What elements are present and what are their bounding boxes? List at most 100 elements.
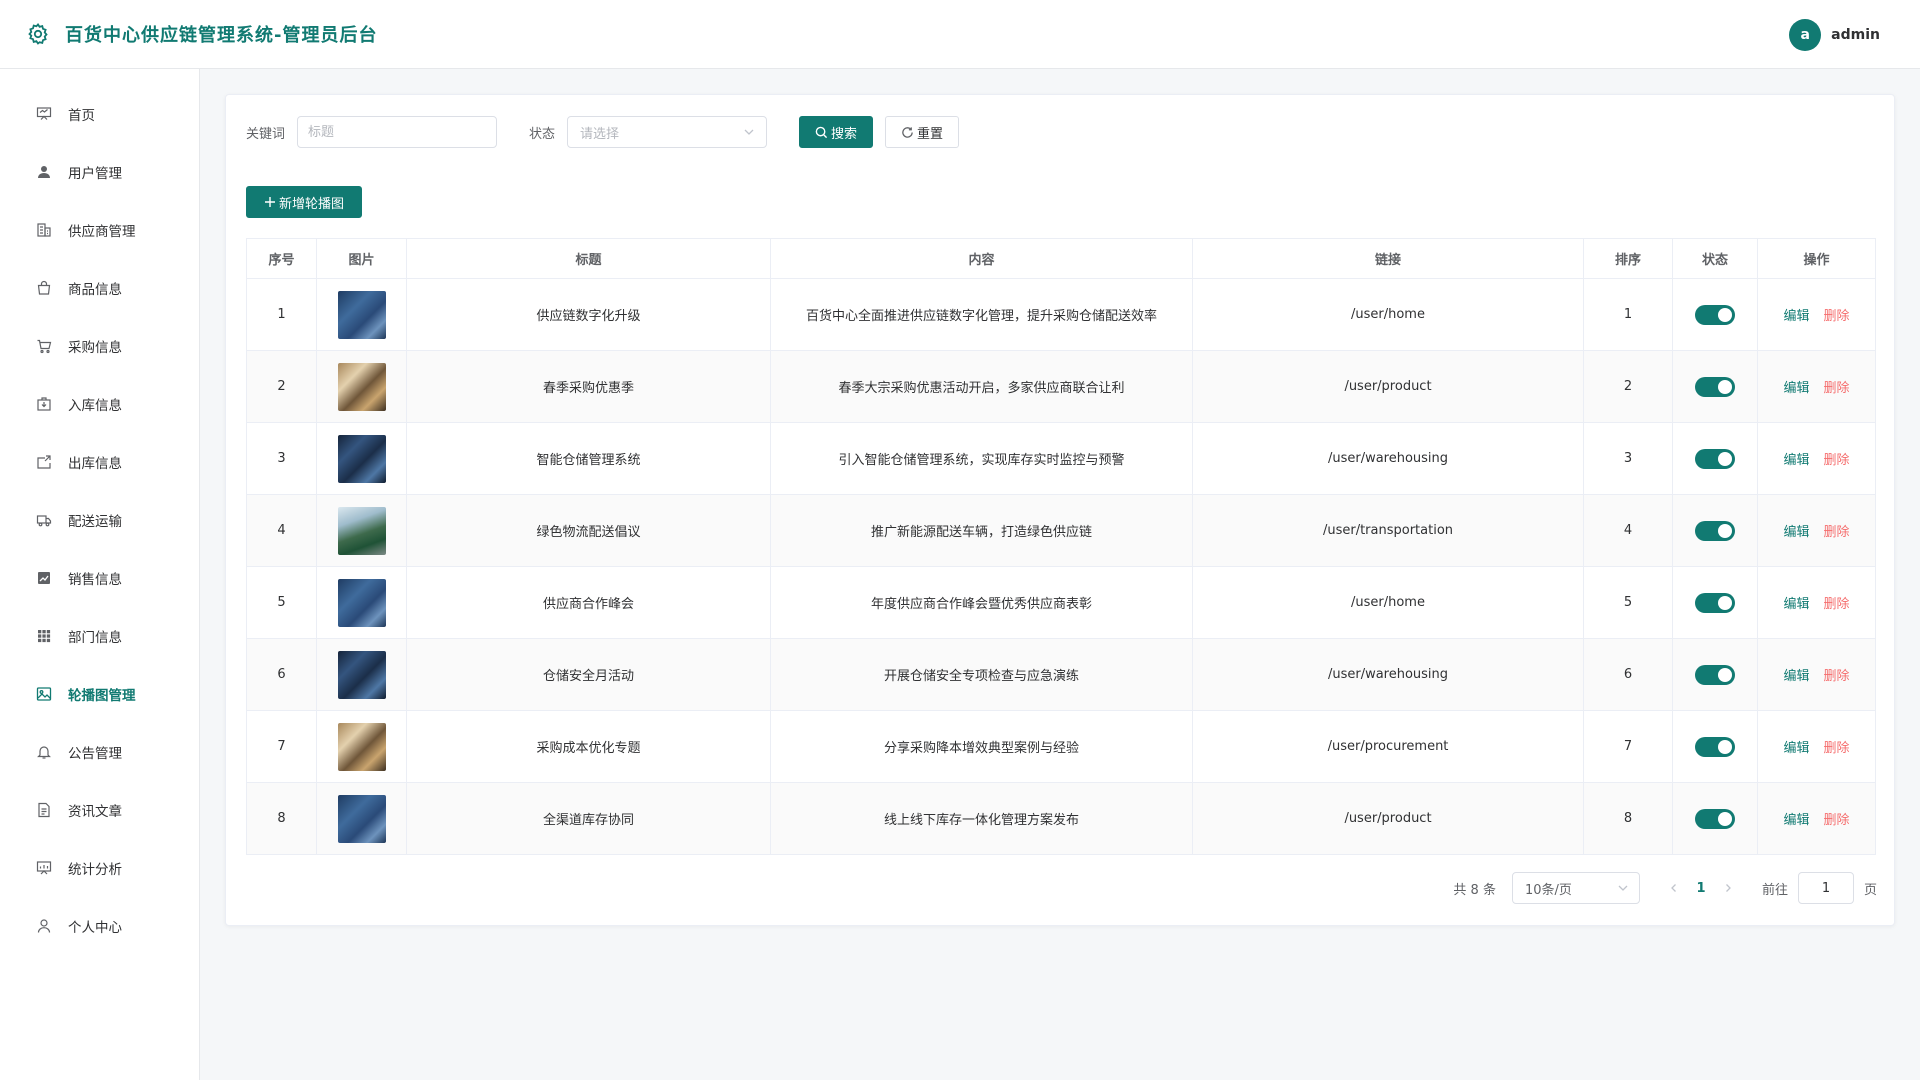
keyword-input[interactable] [297,116,498,148]
sidebar-item-5[interactable]: 采购信息 [0,317,199,375]
cell-content: 年度供应商合作峰会暨优秀供应商表彰 [770,566,1193,639]
cell-sort: 7 [1583,710,1673,783]
edit-button[interactable]: 编辑 [1783,597,1809,612]
prev-page-button[interactable] [1662,883,1686,893]
sidebar-item-9[interactable]: 销售信息 [0,549,199,607]
cell-status [1672,566,1758,639]
cell-link: /user/product [1192,782,1584,855]
delete-button[interactable]: 删除 [1824,813,1850,828]
page-number[interactable]: 1 [1686,881,1716,896]
edit-button[interactable]: 编辑 [1783,381,1809,396]
goto-page-input[interactable] [1797,872,1854,904]
page-size-select[interactable]: 10条/页 [1511,872,1640,904]
sidebar-item-7[interactable]: 出库信息 [0,433,199,491]
edit-button[interactable]: 编辑 [1783,525,1809,540]
presentation-board-icon [35,105,53,123]
cell-image [316,278,407,351]
status-toggle[interactable] [1695,520,1735,541]
table-row: 5 供应商合作峰会 年度供应商合作峰会暨优秀供应商表彰/user/home 5 编辑 删除 [246,566,1876,639]
carousel-thumbnail[interactable] [337,578,386,627]
table-row: 2 春季采购优惠季 春季大宗采购优惠活动开启，多家供应商联合让利/user/prod… [246,350,1876,423]
status-toggle[interactable] [1695,376,1735,397]
status-toggle[interactable] [1695,448,1735,469]
username[interactable]: admin [1831,27,1880,43]
cell-title: 采购成本优化专题 [406,710,771,783]
chevron-left-icon [1671,884,1676,892]
delete-button[interactable]: 删除 [1824,669,1850,684]
delete-button[interactable]: 删除 [1824,381,1850,396]
table-row: 7 采购成本优化专题 分享采购降本增效典型案例与经验/user/procuremen… [246,710,1876,783]
sidebar-item-13[interactable]: 资讯文章 [0,781,199,839]
sidebar-item-15[interactable]: 个人中心 [0,897,199,955]
carousel-thumbnail[interactable] [337,794,386,843]
sidebar-item-11[interactable]: 轮播图管理 [0,665,199,723]
sidebar-item-label: 销售信息 [68,572,122,588]
edit-button[interactable]: 编辑 [1783,453,1809,468]
sidebar-item-label: 首页 [68,108,95,124]
delete-button[interactable]: 删除 [1824,309,1850,324]
status-label: 状态 [529,126,556,142]
cell-image [316,350,407,423]
delete-button[interactable]: 删除 [1824,525,1850,540]
edit-button[interactable]: 编辑 [1783,669,1809,684]
sidebar-item-2[interactable]: 用户管理 [0,143,199,201]
sidebar-item-1[interactable]: 首页 [0,85,199,143]
filter-bar: 关键词 状态 请选择 搜索 重置 [246,116,960,148]
status-toggle[interactable] [1695,592,1735,613]
sidebar-item-label: 用户管理 [68,166,122,182]
carousel-thumbnail[interactable] [337,434,386,483]
trend-chart-icon [35,569,53,587]
sidebar-item-6[interactable]: 入库信息 [0,375,199,433]
sidebar-item-12[interactable]: 公告管理 [0,723,199,781]
cell-content: 线上线下库存一体化管理方案发布 [770,782,1193,855]
carousel-thumbnail[interactable] [337,290,386,339]
delete-button[interactable]: 删除 [1824,741,1850,756]
cell-sort: 8 [1583,782,1673,855]
sidebar-item-14[interactable]: 统计分析 [0,839,199,897]
delete-button[interactable]: 删除 [1824,597,1850,612]
user-menu[interactable]: a admin [1789,19,1880,51]
grid-icon [35,627,53,645]
search-button[interactable]: 搜索 [799,116,874,148]
cell-index: 5 [246,566,317,639]
edit-button[interactable]: 编辑 [1783,741,1809,756]
toggle-knob [1718,523,1732,538]
goto-label: 前往 [1761,882,1788,898]
table-row: 6 仓储安全月活动 开展仓储安全专项检查与应急演练/user/warehousing… [246,638,1876,711]
plus-icon [264,196,279,208]
carousel-thumbnail[interactable] [337,362,386,411]
add-carousel-button[interactable]: 新增轮播图 [246,186,362,218]
status-toggle[interactable] [1695,304,1735,325]
cell-sort: 4 [1583,494,1673,567]
carousel-thumbnail[interactable] [337,650,386,699]
sidebar-item-10[interactable]: 部门信息 [0,607,199,665]
sidebar-item-label: 轮播图管理 [68,688,136,704]
sidebar-item-label: 出库信息 [68,456,122,472]
status-select[interactable]: 请选择 [567,116,768,148]
carousel-thumbnail[interactable] [337,506,386,555]
sidebar-item-8[interactable]: 配送运输 [0,491,199,549]
cell-link: /user/warehousing [1192,422,1584,495]
cell-index: 2 [246,350,317,423]
status-toggle[interactable] [1695,664,1735,685]
sidebar-item-4[interactable]: 商品信息 [0,259,199,317]
delete-button[interactable]: 删除 [1824,453,1850,468]
edit-button[interactable]: 编辑 [1783,813,1809,828]
status-toggle[interactable] [1695,736,1735,757]
edit-button[interactable]: 编辑 [1783,309,1809,324]
toggle-knob [1718,307,1732,322]
cell-content: 百货中心全面推进供应链数字化管理，提升采购仓储配送效率 [770,278,1193,351]
data-board-icon [35,859,53,877]
carousel-thumbnail[interactable] [337,722,386,771]
status-toggle[interactable] [1695,808,1735,829]
status-select-placeholder: 请选择 [580,126,620,142]
cell-index: 1 [246,278,317,351]
pagination-total: 共 8 条 [1453,882,1496,898]
sidebar-item-3[interactable]: 供应商管理 [0,201,199,259]
sidebar-item-label: 采购信息 [68,340,122,356]
cell-status [1672,782,1758,855]
cell-actions: 编辑 删除 [1757,350,1876,423]
avatar[interactable]: a [1789,19,1822,51]
next-page-button[interactable] [1716,883,1740,893]
reset-button[interactable]: 重置 [885,116,960,148]
